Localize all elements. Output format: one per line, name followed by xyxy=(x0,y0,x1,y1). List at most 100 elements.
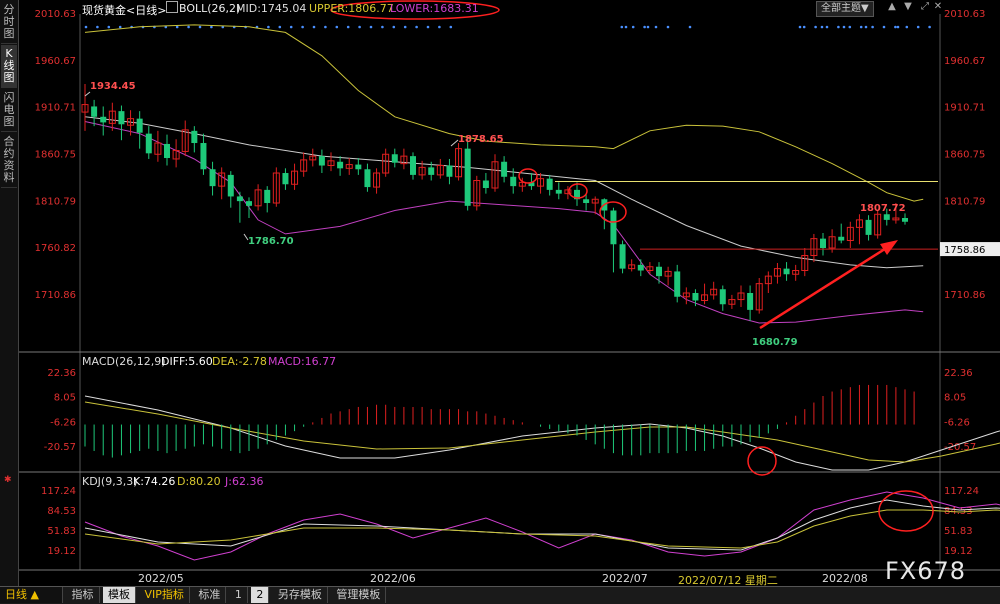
signal-dot xyxy=(654,25,658,29)
candle-body xyxy=(264,189,271,204)
signal-dot xyxy=(820,25,824,29)
macd-title: MACD(26,12,9) xyxy=(82,355,166,368)
signal-dot xyxy=(415,25,418,29)
y-tick-label: 1860.75 xyxy=(35,150,76,161)
signal-dot xyxy=(894,25,897,29)
tab-timeshare[interactable]: 分时图 xyxy=(1,1,17,44)
y-tick-label: 84.53 xyxy=(47,506,76,517)
tab-contract-info[interactable]: 合约资料 xyxy=(1,133,17,188)
tab-kline[interactable]: K线图 xyxy=(1,45,17,88)
candle-body xyxy=(637,264,644,271)
scroll-up-icon[interactable]: ▲ xyxy=(886,1,898,13)
y-tick-label: 1960.67 xyxy=(35,56,76,67)
signal-dot xyxy=(688,25,692,29)
tab-vip-indicator[interactable]: VIP指标 xyxy=(140,587,190,603)
high-annotation: 1807.72 xyxy=(860,203,906,214)
date-label: 2022/07 xyxy=(602,572,648,585)
signal-dot xyxy=(346,25,350,29)
signal-dot xyxy=(312,25,316,29)
signal-dot xyxy=(631,25,635,29)
y-tick-label: 19.12 xyxy=(47,546,76,557)
candle-body xyxy=(191,130,198,144)
candle-body xyxy=(136,118,143,133)
settings-icon[interactable]: ✱ xyxy=(4,475,12,485)
close-icon[interactable]: ✕ xyxy=(932,1,944,13)
signal-dot xyxy=(358,25,361,29)
signal-dot xyxy=(798,25,802,29)
bottom-toolbar: 日线 ▲ 指标 模板 VIP指标 标准 1 2 另存模板 管理模板 xyxy=(0,586,1000,604)
signal-dot xyxy=(426,25,430,29)
boll-label: BOLL(26,2) xyxy=(179,2,241,15)
indicator-icon[interactable] xyxy=(166,1,178,13)
signal-dot xyxy=(392,25,396,29)
signal-dot xyxy=(666,25,670,29)
candle-body xyxy=(209,169,216,187)
tab-template[interactable]: 模板 xyxy=(103,587,136,603)
y-tick-label: 2010.63 xyxy=(944,9,985,20)
signal-dot xyxy=(620,25,624,29)
y-tick-label: 1860.75 xyxy=(944,150,985,161)
collapse-icon[interactable]: ⤢ xyxy=(919,1,931,13)
save-template-button[interactable]: 另存模板 xyxy=(273,587,328,603)
y-tick-label: 1810.79 xyxy=(944,196,985,207)
y-tick-label: 1810.79 xyxy=(35,196,76,207)
signal-dot xyxy=(896,25,900,29)
signal-dot xyxy=(381,25,384,29)
signal-dot xyxy=(837,25,840,29)
boll-mid: MID:1745.04 xyxy=(236,2,307,15)
candle-body xyxy=(227,174,234,197)
candle-body xyxy=(555,189,562,194)
y-tick-label: 22.36 xyxy=(944,368,973,379)
kdj-j: J:62.36 xyxy=(225,475,264,488)
manage-template-button[interactable]: 管理模板 xyxy=(331,587,387,603)
signal-dot xyxy=(802,25,806,29)
signal-dot xyxy=(175,25,179,29)
date-label: 2022/08 xyxy=(822,572,868,585)
signal-dot xyxy=(369,25,373,29)
y-tick-label: 22.36 xyxy=(47,368,76,379)
candle-body xyxy=(318,156,325,166)
signal-dot xyxy=(289,25,293,29)
candle-body xyxy=(883,214,890,220)
signal-dot xyxy=(864,25,868,29)
tab-flash[interactable]: 闪电图 xyxy=(1,89,17,132)
gold-daily-chart[interactable]: 2010.63 2010.63 1960.67 1960.67 1910.71 1910.… xyxy=(0,0,1000,586)
tab-standard[interactable]: 标准 xyxy=(193,587,227,603)
candle-body xyxy=(364,169,371,188)
kdj-k: K:74.26 xyxy=(133,475,176,488)
scroll-down-icon[interactable]: ▼ xyxy=(902,1,914,13)
chart-title: 现货黄金<日线> xyxy=(82,4,167,17)
tab-page-2[interactable]: 2 xyxy=(251,587,270,603)
left-tabbar: 分时图 K线图 闪电图 合约资料 xyxy=(0,0,19,586)
tab-page-1[interactable]: 1 xyxy=(230,587,248,603)
candle-body xyxy=(355,164,362,170)
signal-dot xyxy=(871,25,874,29)
period-selector[interactable]: 日线 ▲ xyxy=(0,587,63,603)
tab-indicator[interactable]: 指标 xyxy=(67,587,100,603)
signal-dot xyxy=(278,25,282,29)
y-tick-label: 1910.71 xyxy=(35,103,76,114)
signal-dot xyxy=(825,25,829,29)
chevron-down-icon: ▼ xyxy=(861,3,869,14)
signal-dot xyxy=(643,25,646,29)
y-tick-label: -6.26 xyxy=(944,417,970,428)
y-tick-label: 51.83 xyxy=(944,526,973,537)
y-tick-label: 19.12 xyxy=(944,546,973,557)
y-tick-label: 1710.86 xyxy=(35,290,76,301)
signal-dot xyxy=(916,25,920,29)
signal-dot xyxy=(210,25,213,29)
candle-body xyxy=(91,106,98,117)
candle-body xyxy=(583,199,590,204)
candle-body xyxy=(546,178,553,190)
y-tick-label: 2010.63 xyxy=(35,9,76,20)
candle-body xyxy=(410,156,416,175)
macd-diff: DIFF:5.60 xyxy=(161,355,213,368)
candle-body xyxy=(865,219,872,235)
candle-body xyxy=(145,133,152,154)
theme-dropdown[interactable]: 全部主题▼ xyxy=(816,1,874,17)
candle-body xyxy=(282,173,289,185)
signal-dot xyxy=(848,25,852,29)
kdj-d: D:80.20 xyxy=(177,475,221,488)
kdj-title: KDJ(9,3,3) xyxy=(82,475,138,488)
candle-body xyxy=(656,266,662,277)
